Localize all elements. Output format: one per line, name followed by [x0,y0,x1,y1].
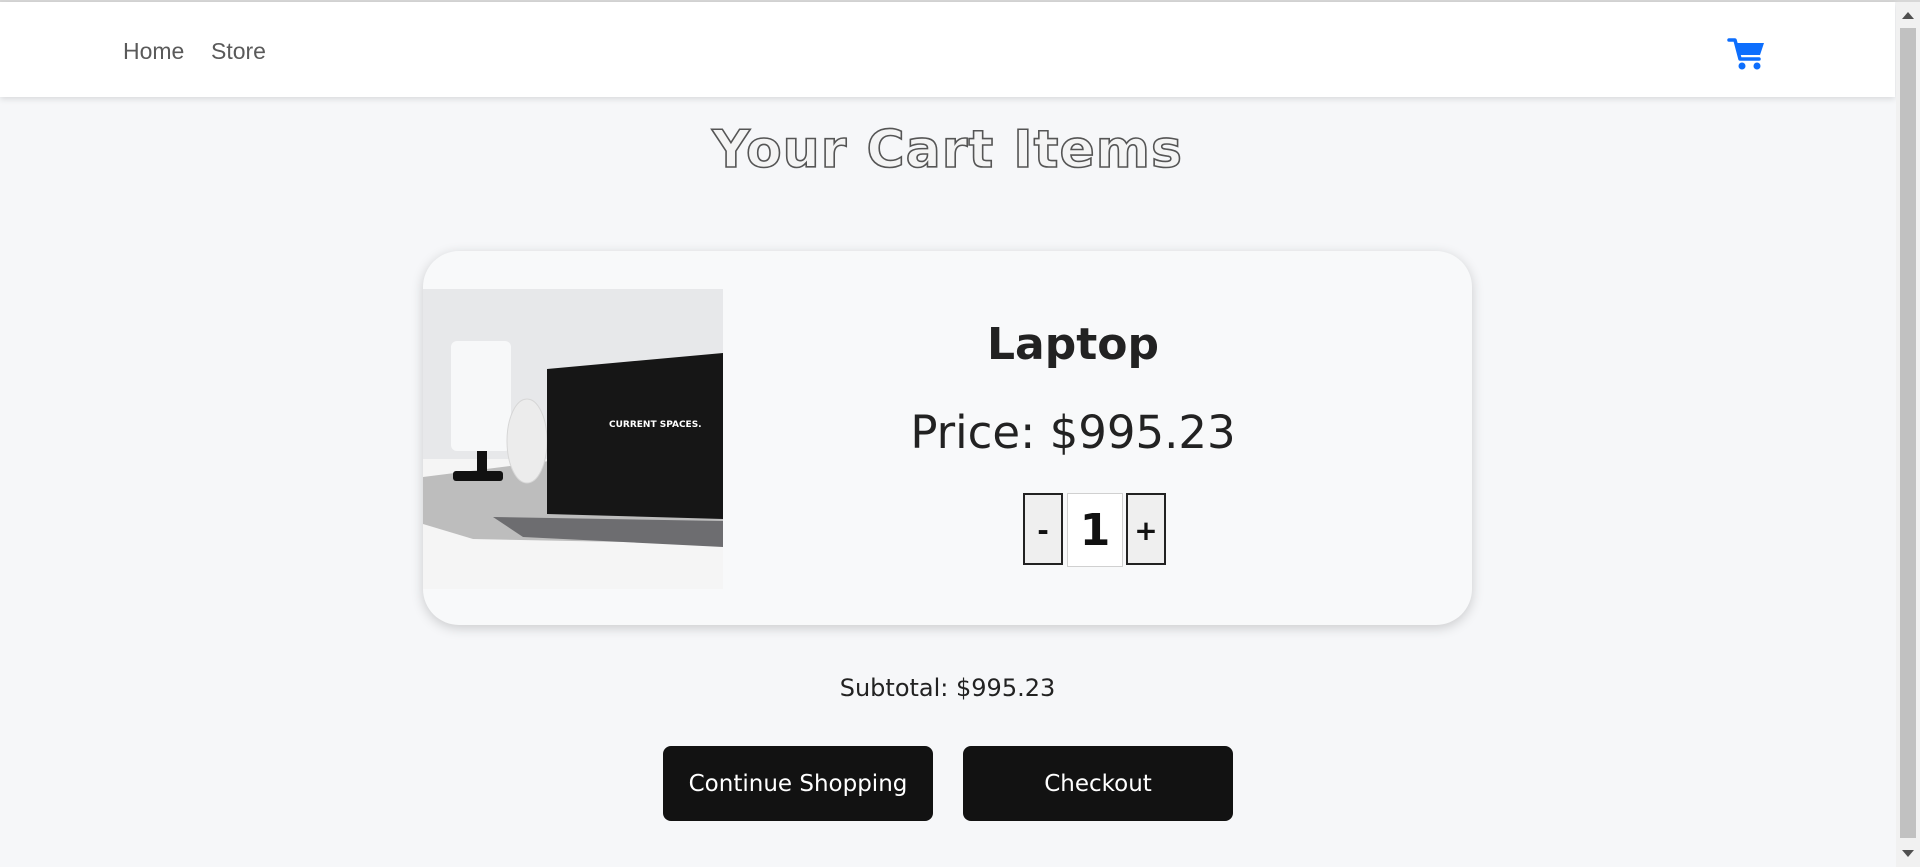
product-image: CURRENT SPACES. [423,289,723,589]
continue-shopping-button[interactable]: Continue Shopping [663,746,933,821]
scroll-up-arrow-icon[interactable] [1902,12,1914,19]
page-title: Your Cart Items [711,119,1183,181]
scrollbar[interactable] [1896,2,1920,867]
nav-home-link[interactable]: Home [123,38,184,65]
subtotal: Subtotal: $995.23 [839,674,1056,702]
scroll-down-arrow-icon[interactable] [1902,850,1914,857]
checkout-button[interactable]: Checkout [963,746,1233,821]
product-name: Laptop [987,319,1159,370]
laptop-photo: CURRENT SPACES. [423,289,723,589]
increase-quantity-button[interactable]: + [1126,493,1166,565]
decrease-quantity-button[interactable]: - [1023,493,1063,565]
quantity-input[interactable] [1067,493,1123,567]
cart-item-card: CURRENT SPACES. Laptop Price: $995.23 - … [423,251,1472,625]
screen-text: CURRENT SPACES. [609,420,702,430]
navbar: Home Store [0,2,1895,97]
product-price: Price: $995.23 [910,406,1236,459]
quantity-stepper: - + [1023,493,1173,569]
scrollbar-thumb[interactable] [1900,28,1916,838]
shopping-cart-icon[interactable] [1727,33,1767,73]
nav-store-link[interactable]: Store [211,38,266,65]
